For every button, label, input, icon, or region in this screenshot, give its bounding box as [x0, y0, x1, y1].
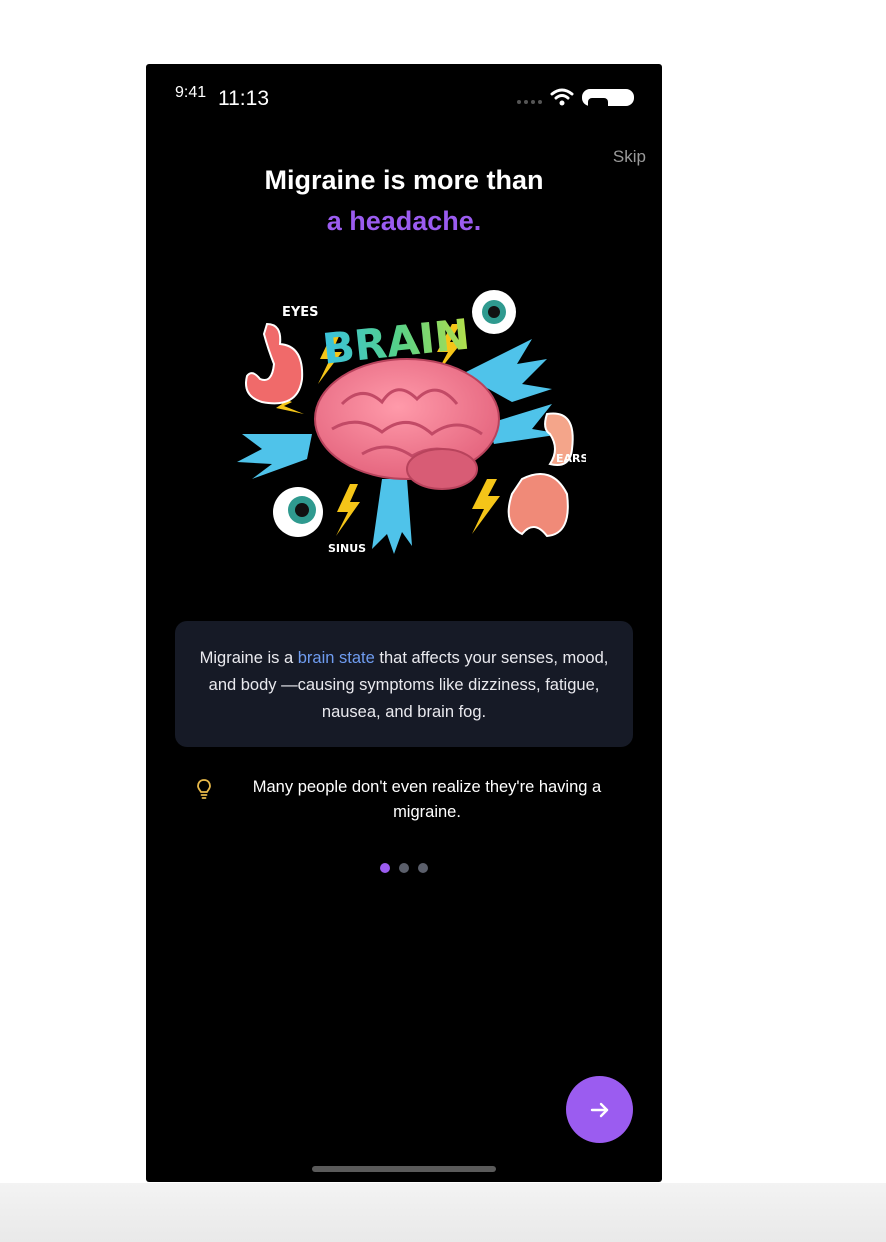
page-dot-3[interactable] [418, 863, 428, 873]
home-indicator[interactable] [312, 1166, 496, 1172]
lightbulb-icon [197, 779, 211, 799]
blue-splash-left [237, 434, 312, 479]
page-title: Migraine is more than a headache. [146, 160, 662, 242]
info-highlight: brain state [297, 649, 375, 667]
page-dot-1[interactable] [380, 863, 390, 873]
wifi-icon [550, 88, 574, 106]
lightning-bolt [336, 484, 360, 536]
cellular-signal-icon [517, 100, 542, 104]
status-time: 11:13 [218, 87, 269, 110]
info-text-before: Migraine is a [199, 649, 298, 667]
blue-splash-bottom [372, 479, 412, 554]
battery-icon [582, 88, 634, 106]
arrow-right-icon [590, 1102, 608, 1117]
brain-illustration: BRAIN EYES EARS SINUS [237, 290, 586, 555]
label-brain: BRAIN [320, 310, 472, 374]
status-time-small: 9:41 [175, 84, 207, 101]
label-eyes: EYES [282, 305, 319, 320]
cerebellum [406, 448, 478, 490]
label-ears: EARS [556, 452, 586, 465]
page-indicator [380, 863, 428, 873]
info-card: Migraine is a brain state that affects y… [175, 621, 633, 747]
status-indicators [517, 86, 634, 108]
label-sinus: SINUS [328, 542, 366, 555]
title-line-2-highlight: a headache. [326, 206, 482, 236]
phone-screen: 9:41 11:13 Skip Migraine is more than a … [146, 64, 662, 1182]
sinus-organ [507, 473, 569, 538]
window-bottom-strip [0, 1183, 886, 1242]
lightning-bolt [472, 479, 500, 534]
page-dot-2[interactable] [399, 863, 409, 873]
next-button[interactable] [566, 1076, 633, 1143]
title-line-1: Migraine is more than [264, 165, 544, 195]
stomach-organ [245, 322, 304, 405]
tip-text: Many people don't even realize they're h… [252, 778, 602, 821]
